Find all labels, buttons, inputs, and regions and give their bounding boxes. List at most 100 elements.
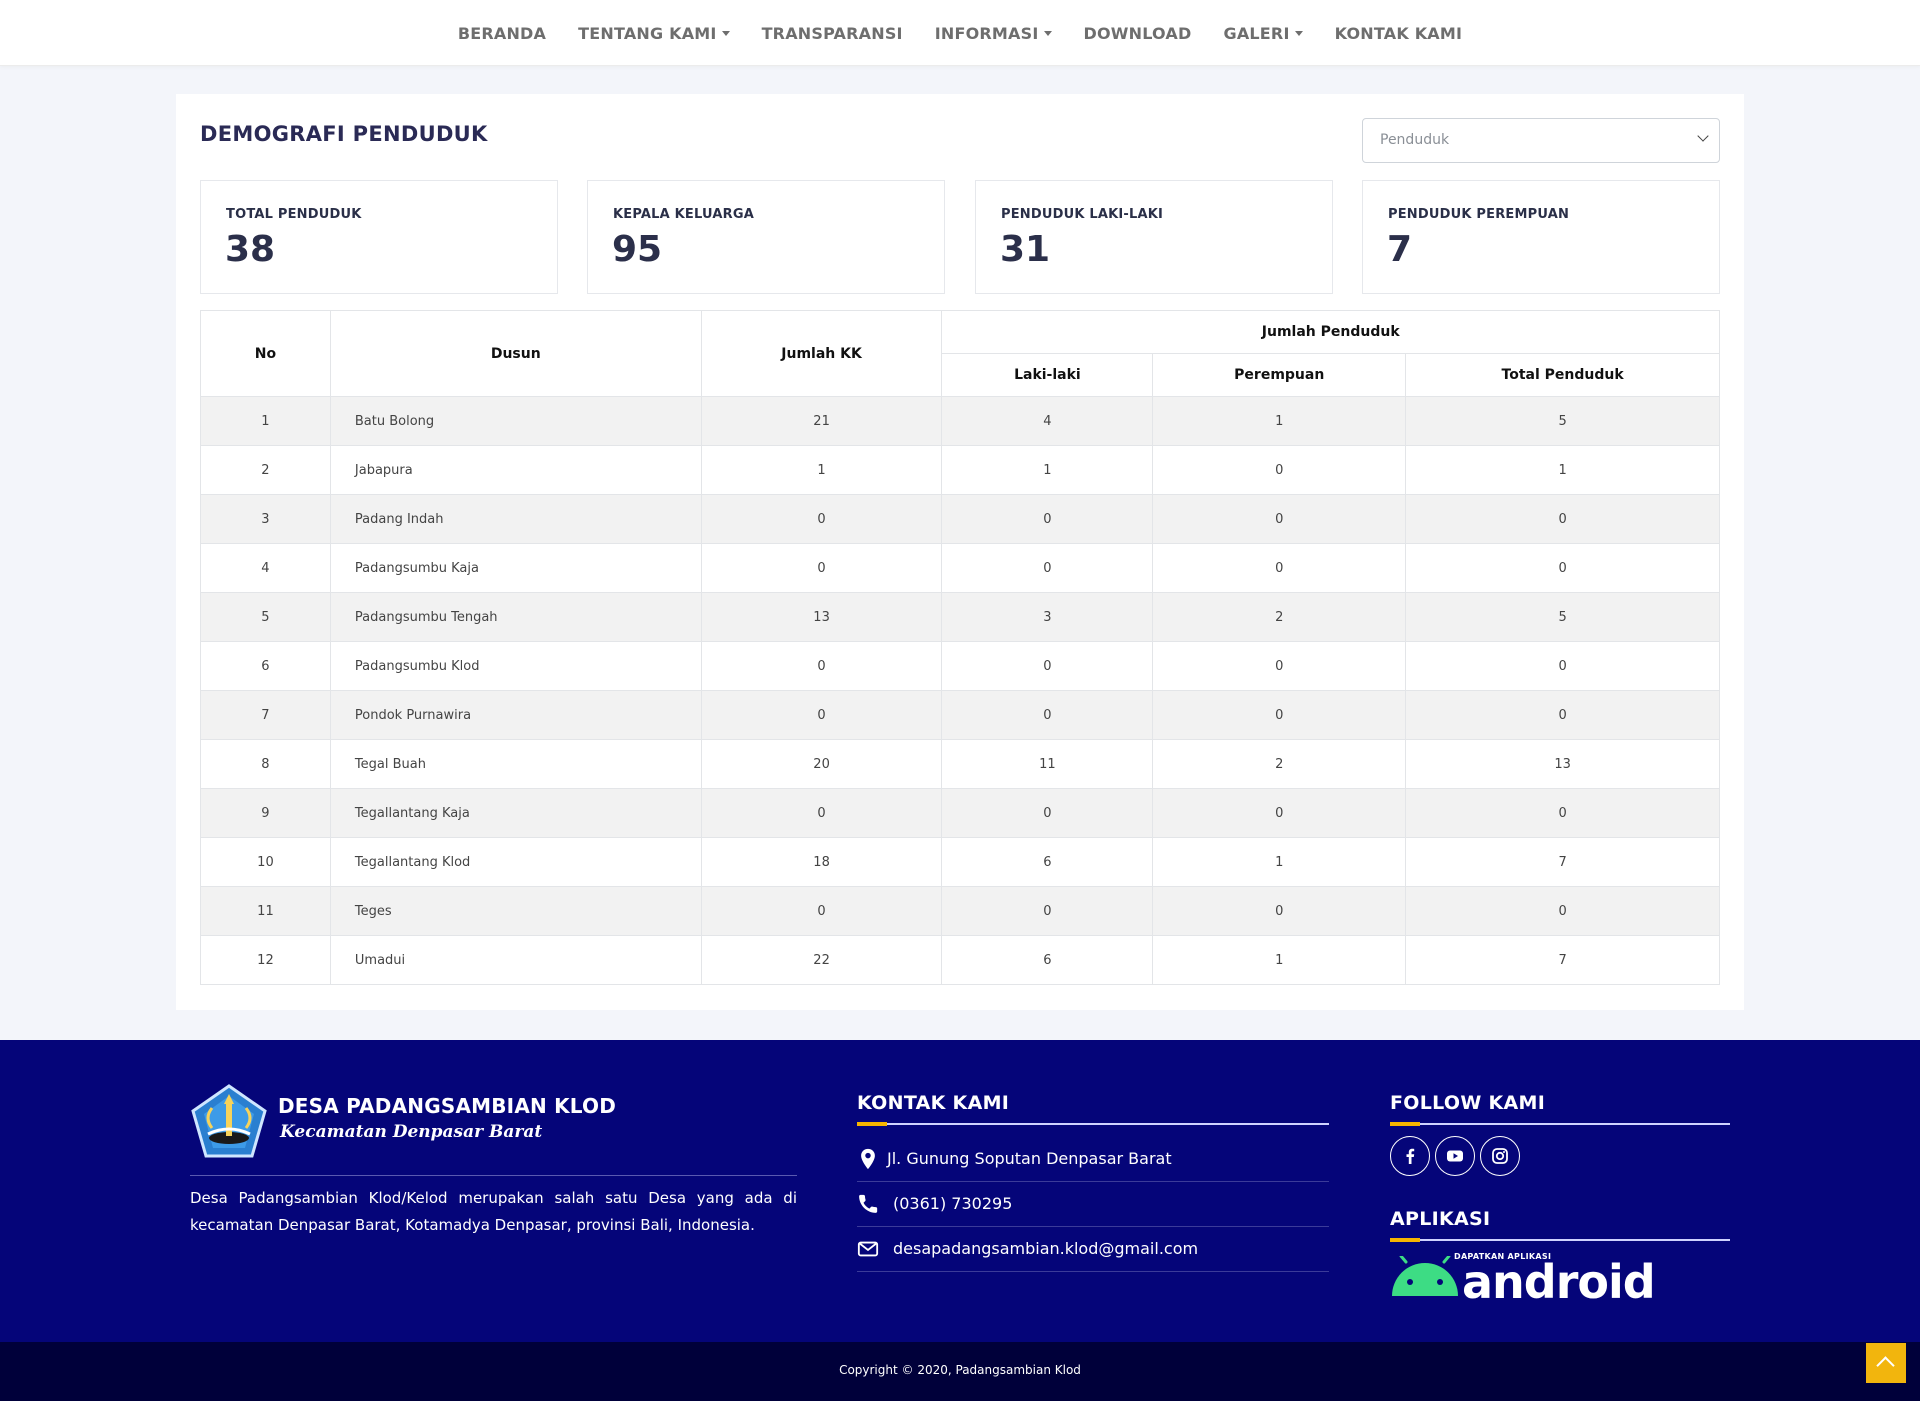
cell-dusun: Umadui bbox=[329, 935, 702, 985]
cell-total: 0 bbox=[1405, 543, 1720, 593]
cell-total: 13 bbox=[1405, 739, 1720, 789]
cell-no: 8 bbox=[200, 739, 331, 789]
heading-underline bbox=[1390, 1239, 1730, 1241]
cell-perempuan: 0 bbox=[1152, 445, 1407, 495]
cell-no: 7 bbox=[200, 690, 331, 740]
table-body: 1 Batu Bolong 21 4 1 5 2 Jabapura 1 1 0 1 3 Padang In… bbox=[200, 396, 1720, 985]
contact-heading: KONTAK KAMI bbox=[857, 1092, 1010, 1114]
cell-perempuan: 0 bbox=[1152, 543, 1407, 593]
main-menu: BERANDA TENTANG KAMI TRANSPARANSI INFORM… bbox=[0, 0, 1920, 66]
app-heading: APLIKASI bbox=[1390, 1208, 1491, 1230]
cell-no: 5 bbox=[200, 592, 331, 642]
cell-total: 7 bbox=[1405, 837, 1720, 887]
category-select[interactable]: Penduduk bbox=[1362, 118, 1720, 163]
cell-jumlah-kk: 0 bbox=[700, 641, 943, 691]
heading-accent bbox=[1390, 1122, 1420, 1126]
youtube-link[interactable] bbox=[1435, 1136, 1475, 1176]
stat-label: KEPALA KELUARGA bbox=[613, 207, 754, 222]
copyright-bar: Copyright © 2020, Padangsambian Klod bbox=[0, 1342, 1920, 1401]
cell-jumlah-kk: 18 bbox=[700, 837, 943, 887]
table-row: 7 Pondok Purnawira 0 0 0 0 bbox=[200, 690, 1720, 740]
nav-galeri[interactable]: GALERI bbox=[1223, 23, 1303, 43]
cell-perempuan: 1 bbox=[1152, 837, 1407, 887]
village-logo[interactable]: DESA PADANGSAMBIAN KLOD Kecamatan Denpas… bbox=[190, 1084, 616, 1160]
cell-dusun: Teges bbox=[329, 886, 702, 936]
top-navbar: BERANDA TENTANG KAMI TRANSPARANSI INFORM… bbox=[0, 0, 1920, 66]
cell-perempuan: 2 bbox=[1152, 739, 1407, 789]
cell-total: 5 bbox=[1405, 396, 1720, 446]
cell-dusun: Padangsumbu Kaja bbox=[329, 543, 702, 593]
stat-value: 31 bbox=[1000, 229, 1051, 270]
caret-down-icon bbox=[721, 30, 730, 36]
cell-no: 11 bbox=[200, 886, 331, 936]
nav-informasi[interactable]: INFORMASI bbox=[935, 24, 1052, 43]
cell-no: 9 bbox=[200, 788, 331, 838]
cell-dusun: Padangsumbu Klod bbox=[329, 641, 702, 691]
cell-jumlah-kk: 0 bbox=[700, 886, 943, 936]
cell-jumlah-kk: 20 bbox=[700, 739, 943, 789]
cell-no: 3 bbox=[200, 494, 331, 544]
contact-address: Jl. Gunung Soputan Denpasar Barat bbox=[857, 1137, 1329, 1182]
nav-transparansi[interactable]: TRANSPARANSI bbox=[762, 24, 903, 43]
cell-laki-laki: 0 bbox=[941, 494, 1154, 544]
cell-total: 0 bbox=[1405, 886, 1720, 936]
cell-perempuan: 0 bbox=[1152, 494, 1407, 544]
cell-perempuan: 1 bbox=[1152, 396, 1407, 446]
select-value: Penduduk bbox=[1380, 132, 1450, 148]
cell-laki-laki: 6 bbox=[941, 935, 1154, 985]
cell-jumlah-kk: 1 bbox=[700, 445, 943, 495]
stat-label: PENDUDUK LAKI-LAKI bbox=[1001, 207, 1164, 222]
header-laki-laki: Laki-laki bbox=[941, 353, 1154, 397]
cell-perempuan: 0 bbox=[1152, 788, 1407, 838]
cell-total: 0 bbox=[1405, 690, 1720, 740]
page-title: DEMOGRAFI PENDUDUK bbox=[200, 122, 488, 146]
facebook-icon bbox=[1406, 1148, 1415, 1164]
android-robot-icon bbox=[1392, 1256, 1458, 1296]
cell-perempuan: 1 bbox=[1152, 935, 1407, 985]
cell-perempuan: 0 bbox=[1152, 690, 1407, 740]
cell-dusun: Jabapura bbox=[329, 445, 702, 495]
cell-no: 10 bbox=[200, 837, 331, 887]
phone-text: (0361) 730295 bbox=[893, 1194, 1013, 1213]
divider bbox=[190, 1175, 797, 1176]
nav-kontak-kami[interactable]: KONTAK KAMI bbox=[1335, 24, 1463, 43]
stat-value: 7 bbox=[1387, 229, 1413, 270]
header-total-penduduk: Total Penduduk bbox=[1405, 353, 1720, 397]
contact-email[interactable]: desapadangsambian.klod@gmail.com bbox=[857, 1227, 1329, 1272]
follow-heading: FOLLOW KAMI bbox=[1390, 1092, 1546, 1114]
demography-card: DEMOGRAFI PENDUDUK Penduduk TOTAL PENDUD… bbox=[176, 94, 1744, 1010]
android-word: android bbox=[1462, 1255, 1656, 1309]
header-jumlah-penduduk: Jumlah Penduduk bbox=[941, 310, 1720, 354]
caret-down-icon bbox=[1043, 30, 1052, 36]
contact-phone[interactable]: (0361) 730295 bbox=[857, 1182, 1329, 1227]
cell-dusun: Pondok Purnawira bbox=[329, 690, 702, 740]
cell-laki-laki: 0 bbox=[941, 886, 1154, 936]
scroll-to-top-button[interactable] bbox=[1866, 1343, 1906, 1383]
android-app-badge[interactable]: DAPATKAN APLIKASI android bbox=[1390, 1252, 1656, 1306]
header-no: No bbox=[200, 310, 331, 397]
nav-label: BERANDA bbox=[457, 23, 547, 43]
table-row: 10 Tegallantang Klod 18 6 1 7 bbox=[200, 837, 1720, 887]
chevron-down-icon bbox=[1697, 130, 1709, 142]
nav-beranda[interactable]: BERANDA bbox=[458, 24, 546, 43]
instagram-link[interactable] bbox=[1480, 1136, 1520, 1176]
stat-label: TOTAL PENDUDUK bbox=[226, 207, 362, 222]
map-marker-icon bbox=[861, 1148, 875, 1170]
cell-laki-laki: 6 bbox=[941, 837, 1154, 887]
table-row: 2 Jabapura 1 1 0 1 bbox=[200, 445, 1720, 495]
cell-jumlah-kk: 0 bbox=[700, 788, 943, 838]
heading-accent bbox=[857, 1122, 887, 1126]
cell-laki-laki: 0 bbox=[941, 641, 1154, 691]
cell-jumlah-kk: 0 bbox=[700, 543, 943, 593]
cell-laki-laki: 0 bbox=[941, 543, 1154, 593]
stat-penduduk-perempuan: PENDUDUK PEREMPUAN 7 bbox=[1362, 180, 1720, 294]
population-table-wrapper: No Dusun Jumlah KK Jumlah Penduduk Laki-… bbox=[200, 310, 1720, 985]
header-perempuan: Perempuan bbox=[1152, 353, 1407, 397]
cell-dusun: Padangsumbu Tengah bbox=[329, 592, 702, 642]
youtube-icon bbox=[1447, 1150, 1463, 1162]
facebook-link[interactable] bbox=[1390, 1136, 1430, 1176]
nav-download[interactable]: DOWNLOAD bbox=[1084, 24, 1192, 43]
cell-jumlah-kk: 21 bbox=[700, 396, 943, 446]
nav-tentang-kami[interactable]: TENTANG KAMI bbox=[578, 24, 730, 43]
nav-label: GALERI bbox=[1223, 23, 1290, 43]
